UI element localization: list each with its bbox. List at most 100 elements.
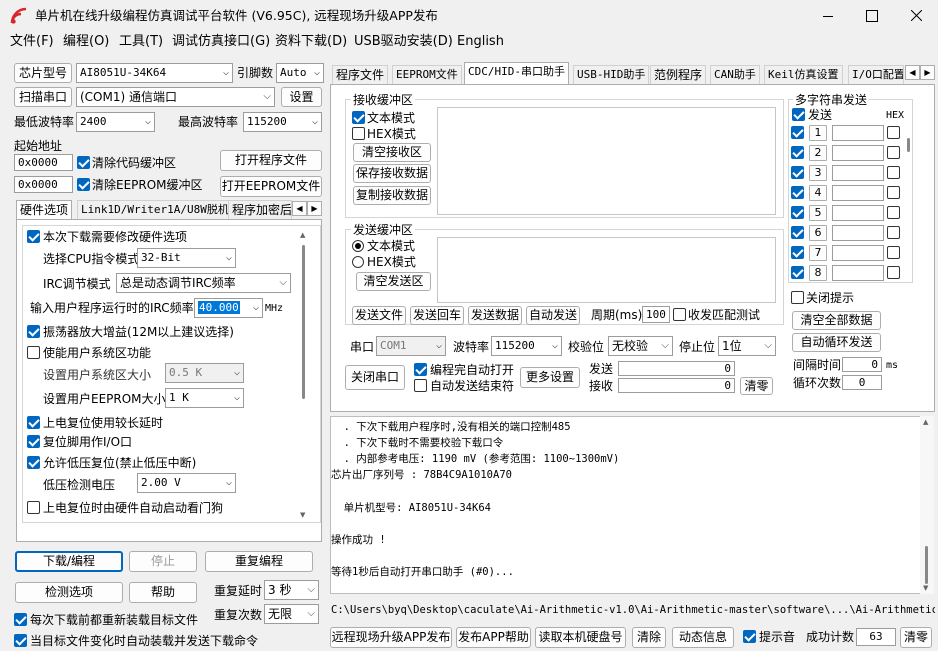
multi-row-input[interactable] (832, 265, 884, 281)
menu-usb-driver[interactable]: USB驱动安装(D) (354, 34, 453, 50)
close-button[interactable] (896, 0, 938, 32)
auto-load-checkbox[interactable] (14, 634, 27, 647)
multi-row-input[interactable] (832, 165, 884, 181)
hw-options-scrollbar[interactable]: ▲ ▼ (299, 231, 309, 521)
multi-row-hex-checkbox[interactable] (887, 166, 900, 179)
watchdog-checkbox[interactable] (27, 501, 40, 514)
tab-serial-assistant[interactable]: CDC/HID-串口助手 (464, 62, 569, 85)
stop-button[interactable]: 停止 (129, 551, 197, 572)
multi-row-input[interactable] (832, 245, 884, 261)
clear-log-button[interactable]: 清除 (632, 627, 666, 648)
tab-usb-hid[interactable]: USB-HID助手 (573, 65, 650, 85)
multi-row-hex-checkbox[interactable] (887, 126, 900, 139)
scrollbar-thumb[interactable] (302, 245, 305, 399)
receive-textarea[interactable] (437, 107, 776, 215)
multi-string-scrollbar[interactable] (906, 122, 912, 152)
open-eeprom-file-button[interactable]: 打开EEPROM文件 (220, 176, 322, 197)
menu-english[interactable]: English (457, 34, 504, 50)
tab-eeprom-file[interactable]: EEPROM文件 (392, 65, 462, 85)
multi-row-send-button[interactable]: 4 (809, 185, 827, 201)
serial-port-select[interactable]: COM1 ⌵ (376, 336, 446, 356)
max-baud-select[interactable]: 115200 ⌵ (243, 112, 322, 132)
tab-io-config[interactable]: I/O口配置 (848, 65, 904, 85)
interval-input[interactable]: 0 (842, 357, 882, 372)
multi-row-input[interactable] (832, 185, 884, 201)
multi-row-input[interactable] (832, 225, 884, 241)
multi-row-checkbox[interactable] (791, 186, 804, 199)
multi-row-send-button[interactable]: 6 (809, 225, 827, 241)
settings-button[interactable]: 设置 (281, 87, 322, 107)
multi-row-hex-checkbox[interactable] (887, 186, 900, 199)
repeat-delay-select[interactable]: 3 秒 ⌵ (264, 580, 319, 600)
sound-checkbox[interactable] (743, 630, 756, 643)
recv-text-mode-checkbox[interactable] (352, 111, 365, 124)
min-baud-select[interactable]: 2400 ⌵ (76, 112, 155, 132)
irc-mode-select[interactable]: 总是动态调节IRC频率 ⌵ (116, 273, 291, 293)
tab-link1d[interactable]: Link1D/Writer1A/U8W脱机 (77, 200, 233, 220)
scan-port-button[interactable]: 扫描串口 (14, 87, 72, 107)
clear-receive-button[interactable]: 清空接收区 (353, 143, 431, 162)
send-data-button[interactable]: 发送数据 (468, 306, 522, 325)
multi-row-hex-checkbox[interactable] (887, 226, 900, 239)
baud-select[interactable]: 115200 ⌵ (491, 336, 562, 356)
clear-count-button[interactable]: 清零 (740, 377, 773, 395)
scrollbar-thumb[interactable] (907, 138, 910, 152)
long-reset-delay-checkbox[interactable] (27, 416, 40, 429)
multi-row-checkbox[interactable] (791, 226, 804, 239)
pin-count-select[interactable]: Auto ⌵ (276, 63, 324, 83)
right-tab-scroll-left-button[interactable]: ◀ (905, 65, 920, 80)
tab-hardware-options[interactable]: 硬件选项 (16, 200, 73, 220)
menu-tools[interactable]: 工具(T) (119, 34, 163, 50)
eeprom-address-input[interactable]: 0x0000 (14, 176, 73, 193)
multi-row-input[interactable] (832, 205, 884, 221)
multi-row-hex-checkbox[interactable] (887, 266, 900, 279)
stop-bits-select[interactable]: 1位 ⌵ (718, 336, 776, 356)
loop-count-input[interactable]: 0 (842, 375, 882, 390)
multi-row-hex-checkbox[interactable] (887, 146, 900, 159)
send-text-mode-radio[interactable] (352, 240, 364, 252)
multi-row-send-button[interactable]: 2 (809, 145, 827, 161)
clear-all-data-button[interactable]: 清空全部数据 (792, 311, 881, 330)
multi-row-checkbox[interactable] (791, 126, 804, 139)
read-disk-id-button[interactable]: 读取本机硬盘号 (535, 627, 626, 648)
multi-row-send-button[interactable]: 3 (809, 165, 827, 181)
tab-can[interactable]: CAN助手 (710, 65, 760, 85)
multi-row-send-button[interactable]: 8 (809, 265, 827, 281)
parity-select[interactable]: 无校验 ⌵ (608, 336, 673, 356)
send-return-button[interactable]: 发送回车 (410, 306, 464, 325)
close-port-button[interactable]: 关闭串口 (345, 365, 405, 390)
tab-scroll-left-button[interactable]: ◀ (292, 201, 307, 216)
osc-gain-checkbox[interactable] (27, 325, 40, 338)
output-log[interactable]: . 下次下载用户程序时,没有相关的端口控制485 . 下次下载时不需要校验下载口… (330, 416, 922, 594)
low-voltage-reset-checkbox[interactable] (27, 456, 40, 469)
chip-model-select[interactable]: AI8051U-34K64 ⌵ (76, 63, 233, 83)
auto-send-end-checkbox[interactable] (414, 379, 427, 392)
open-program-file-button[interactable]: 打开程序文件 (220, 150, 322, 171)
send-hex-mode-radio[interactable] (352, 256, 364, 268)
auto-send-button[interactable]: 自动发送 (526, 306, 580, 325)
clear-code-checkbox[interactable] (77, 156, 90, 169)
menu-file[interactable]: 文件(F) (10, 34, 54, 50)
eeprom-size-select[interactable]: 1 K ⌵ (165, 388, 244, 408)
save-receive-button[interactable]: 保存接收数据 (353, 164, 431, 183)
multi-row-checkbox[interactable] (791, 266, 804, 279)
tab-scroll-right-button[interactable]: ▶ (307, 201, 322, 216)
send-textarea[interactable] (437, 237, 776, 303)
clear-success-count-button[interactable]: 清零 (900, 627, 932, 648)
multi-row-checkbox[interactable] (791, 206, 804, 219)
auto-open-checkbox[interactable] (414, 363, 427, 376)
multi-row-send-button[interactable]: 1 (809, 125, 827, 141)
repeat-count-select[interactable]: 无限 ⌵ (264, 604, 319, 624)
auto-loop-send-button[interactable]: 自动循环发送 (792, 333, 881, 352)
modify-hw-options-checkbox[interactable] (27, 230, 40, 243)
publish-app-button[interactable]: 远程现场升级APP发布 (330, 627, 452, 648)
menu-download[interactable]: 资料下载(D) (275, 34, 347, 50)
publish-app-help-button[interactable]: 发布APP帮助 (456, 627, 531, 648)
tab-program-file[interactable]: 程序文件 (332, 65, 389, 85)
tab-keil-sim[interactable]: Keil仿真设置 (764, 65, 843, 85)
match-test-checkbox[interactable] (673, 308, 686, 321)
multi-row-hex-checkbox[interactable] (887, 206, 900, 219)
dynamic-info-button[interactable]: 动态信息 (672, 627, 734, 648)
download-program-button[interactable]: 下载/编程 (15, 551, 123, 572)
close-tip-checkbox[interactable] (791, 291, 804, 304)
